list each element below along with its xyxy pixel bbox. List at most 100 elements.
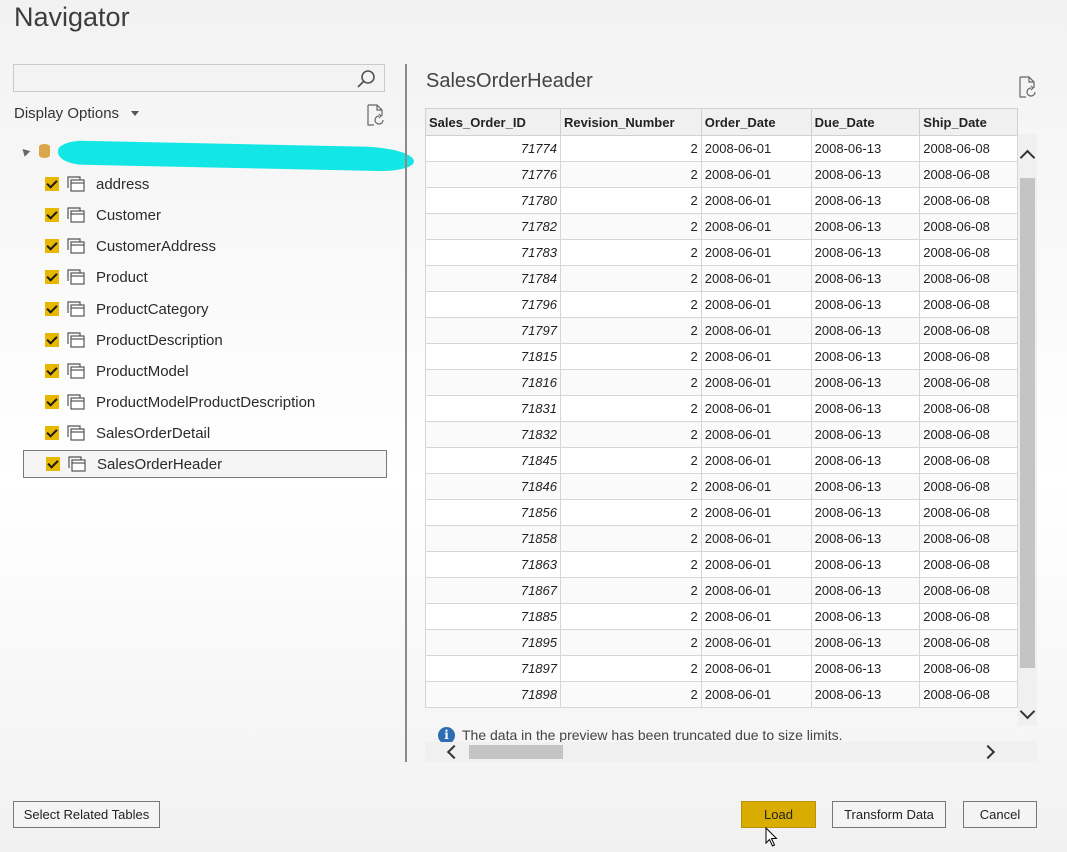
table-cell: 71863 bbox=[425, 551, 561, 578]
scroll-left-icon[interactable] bbox=[446, 744, 462, 760]
table-cell: 71774 bbox=[425, 135, 561, 162]
pane-divider[interactable] bbox=[405, 64, 407, 762]
checkbox[interactable] bbox=[45, 239, 59, 253]
checkbox[interactable] bbox=[45, 395, 59, 409]
checkbox[interactable] bbox=[45, 302, 59, 316]
table-cell: 2008-06-01 bbox=[700, 577, 812, 604]
horizontal-scrollbar[interactable] bbox=[425, 742, 1037, 762]
table-cell: 2008-06-13 bbox=[810, 291, 921, 318]
table-cell: 71796 bbox=[425, 291, 561, 318]
display-options-dropdown[interactable]: Display Options bbox=[14, 105, 140, 122]
table-cell: 71782 bbox=[425, 213, 561, 240]
checkbox[interactable] bbox=[45, 426, 59, 440]
checkbox[interactable] bbox=[45, 364, 59, 378]
tree-item-label: ProductCategory bbox=[96, 300, 209, 318]
refresh-icon[interactable] bbox=[365, 104, 385, 126]
table-row[interactable]: 71846 2 2008-06-01 2008-06-13 2008-06-08 bbox=[425, 473, 1018, 500]
column-header[interactable]: Due_Date bbox=[810, 108, 921, 136]
table-cell: 2008-06-01 bbox=[700, 265, 812, 292]
table-row[interactable]: 71776 2 2008-06-01 2008-06-13 2008-06-08 bbox=[425, 161, 1018, 188]
column-header[interactable]: Sales_Order_ID bbox=[425, 108, 561, 136]
tree-item[interactable]: SalesOrderDetail bbox=[23, 419, 387, 447]
navigator-title: Navigator bbox=[14, 2, 130, 32]
column-header[interactable]: Order_Date bbox=[700, 108, 812, 136]
table-cell: 2008-06-08 bbox=[919, 681, 1018, 708]
scroll-right-icon[interactable] bbox=[980, 744, 996, 760]
table-cell: 2 bbox=[560, 577, 702, 604]
search-icon[interactable] bbox=[356, 69, 376, 89]
table-row[interactable]: 71856 2 2008-06-01 2008-06-13 2008-06-08 bbox=[425, 499, 1018, 526]
table-row[interactable]: 71863 2 2008-06-01 2008-06-13 2008-06-08 bbox=[425, 551, 1018, 578]
table-row[interactable]: 71898 2 2008-06-01 2008-06-13 2008-06-08 bbox=[425, 681, 1018, 708]
horizontal-scroll-thumb[interactable] bbox=[469, 745, 563, 759]
table-row[interactable]: 71897 2 2008-06-01 2008-06-13 2008-06-08 bbox=[425, 655, 1018, 682]
table-cell: 2008-06-08 bbox=[919, 213, 1018, 240]
tree-item[interactable]: ProductModel bbox=[23, 357, 387, 385]
table-row[interactable]: 71895 2 2008-06-01 2008-06-13 2008-06-08 bbox=[425, 629, 1018, 656]
select-related-tables-button[interactable]: Select Related Tables bbox=[13, 801, 160, 828]
table-row[interactable]: 71782 2 2008-06-01 2008-06-13 2008-06-08 bbox=[425, 213, 1018, 240]
checkbox[interactable] bbox=[45, 208, 59, 222]
vertical-scroll-thumb[interactable] bbox=[1020, 178, 1035, 668]
table-row[interactable]: 71831 2 2008-06-01 2008-06-13 2008-06-08 bbox=[425, 395, 1018, 422]
table-cell: 2008-06-08 bbox=[919, 447, 1018, 474]
tree-item-label: Customer bbox=[96, 206, 162, 224]
table-cell: 2008-06-01 bbox=[700, 343, 812, 370]
table-cell: 2 bbox=[560, 135, 702, 162]
table-cell: 2008-06-13 bbox=[810, 161, 921, 188]
checkbox[interactable] bbox=[46, 457, 60, 471]
column-header[interactable]: Ship_Date bbox=[919, 108, 1018, 136]
column-header[interactable]: Revision_Number bbox=[560, 108, 702, 136]
data-preview-grid[interactable]: Sales_Order_ID Revision_Number Order_Date D… bbox=[425, 108, 1018, 712]
table-cell: 71858 bbox=[425, 525, 561, 552]
table-row[interactable]: 71784 2 2008-06-01 2008-06-13 2008-06-08 bbox=[425, 265, 1018, 292]
vertical-scrollbar[interactable] bbox=[1018, 134, 1037, 726]
table-row[interactable]: 71885 2 2008-06-01 2008-06-13 2008-06-08 bbox=[425, 603, 1018, 630]
table-row[interactable]: 71816 2 2008-06-01 2008-06-13 2008-06-08 bbox=[425, 369, 1018, 396]
table-row[interactable]: 71867 2 2008-06-01 2008-06-13 2008-06-08 bbox=[425, 577, 1018, 604]
checkbox[interactable] bbox=[45, 177, 59, 191]
table-row[interactable]: 71832 2 2008-06-01 2008-06-13 2008-06-08 bbox=[425, 421, 1018, 448]
refresh-icon[interactable] bbox=[1017, 76, 1037, 98]
tree-item[interactable]: Customer bbox=[23, 201, 387, 229]
table-row[interactable]: 71845 2 2008-06-01 2008-06-13 2008-06-08 bbox=[425, 447, 1018, 474]
expand-arrow-icon[interactable] bbox=[19, 146, 31, 157]
table-cell: 2008-06-13 bbox=[810, 525, 921, 552]
tree-item[interactable]: SalesOrderHeader bbox=[23, 450, 387, 478]
transform-data-button[interactable]: Transform Data bbox=[832, 801, 946, 828]
tree-item[interactable]: ProductModelProductDescription bbox=[23, 388, 387, 416]
table-cell: 2008-06-01 bbox=[700, 473, 812, 500]
scroll-up-icon[interactable] bbox=[1019, 149, 1036, 166]
table-cell: 2008-06-08 bbox=[919, 551, 1018, 578]
table-cell: 2008-06-08 bbox=[919, 473, 1018, 500]
info-icon: i bbox=[438, 727, 455, 743]
table-icon bbox=[67, 207, 85, 223]
tree-item[interactable]: CustomerAddress bbox=[23, 232, 387, 260]
table-cell: 2008-06-08 bbox=[919, 239, 1018, 266]
checkbox[interactable] bbox=[45, 333, 59, 347]
table-row[interactable]: 71858 2 2008-06-01 2008-06-13 2008-06-08 bbox=[425, 525, 1018, 552]
table-row[interactable]: 71815 2 2008-06-01 2008-06-13 2008-06-08 bbox=[425, 343, 1018, 370]
tree-item-label: Product bbox=[96, 268, 148, 286]
cancel-button[interactable]: Cancel bbox=[963, 801, 1037, 828]
database-icon bbox=[39, 144, 50, 158]
tree-root-node[interactable] bbox=[19, 140, 415, 172]
search-input[interactable] bbox=[13, 64, 385, 92]
table-row[interactable]: 71774 2 2008-06-01 2008-06-13 2008-06-08 bbox=[425, 135, 1018, 162]
table-cell: 2 bbox=[560, 187, 702, 214]
table-row[interactable]: 71797 2 2008-06-01 2008-06-13 2008-06-08 bbox=[425, 317, 1018, 344]
table-icon bbox=[68, 456, 86, 472]
load-button[interactable]: Load bbox=[741, 801, 816, 828]
table-row[interactable]: 71780 2 2008-06-01 2008-06-13 2008-06-08 bbox=[425, 187, 1018, 214]
tree-item[interactable]: ProductCategory bbox=[23, 295, 387, 323]
table-cell: 2008-06-01 bbox=[700, 499, 812, 526]
tree-item[interactable]: address bbox=[23, 170, 387, 198]
table-cell: 2008-06-13 bbox=[810, 395, 921, 422]
table-row[interactable]: 71783 2 2008-06-01 2008-06-13 2008-06-08 bbox=[425, 239, 1018, 266]
scroll-down-icon[interactable] bbox=[1019, 703, 1036, 720]
tree-item[interactable]: Product bbox=[23, 263, 387, 291]
tree-item[interactable]: ProductDescription bbox=[23, 326, 387, 354]
table-row[interactable]: 71796 2 2008-06-01 2008-06-13 2008-06-08 bbox=[425, 291, 1018, 318]
checkbox[interactable] bbox=[45, 270, 59, 284]
table-cell: 2008-06-08 bbox=[919, 343, 1018, 370]
